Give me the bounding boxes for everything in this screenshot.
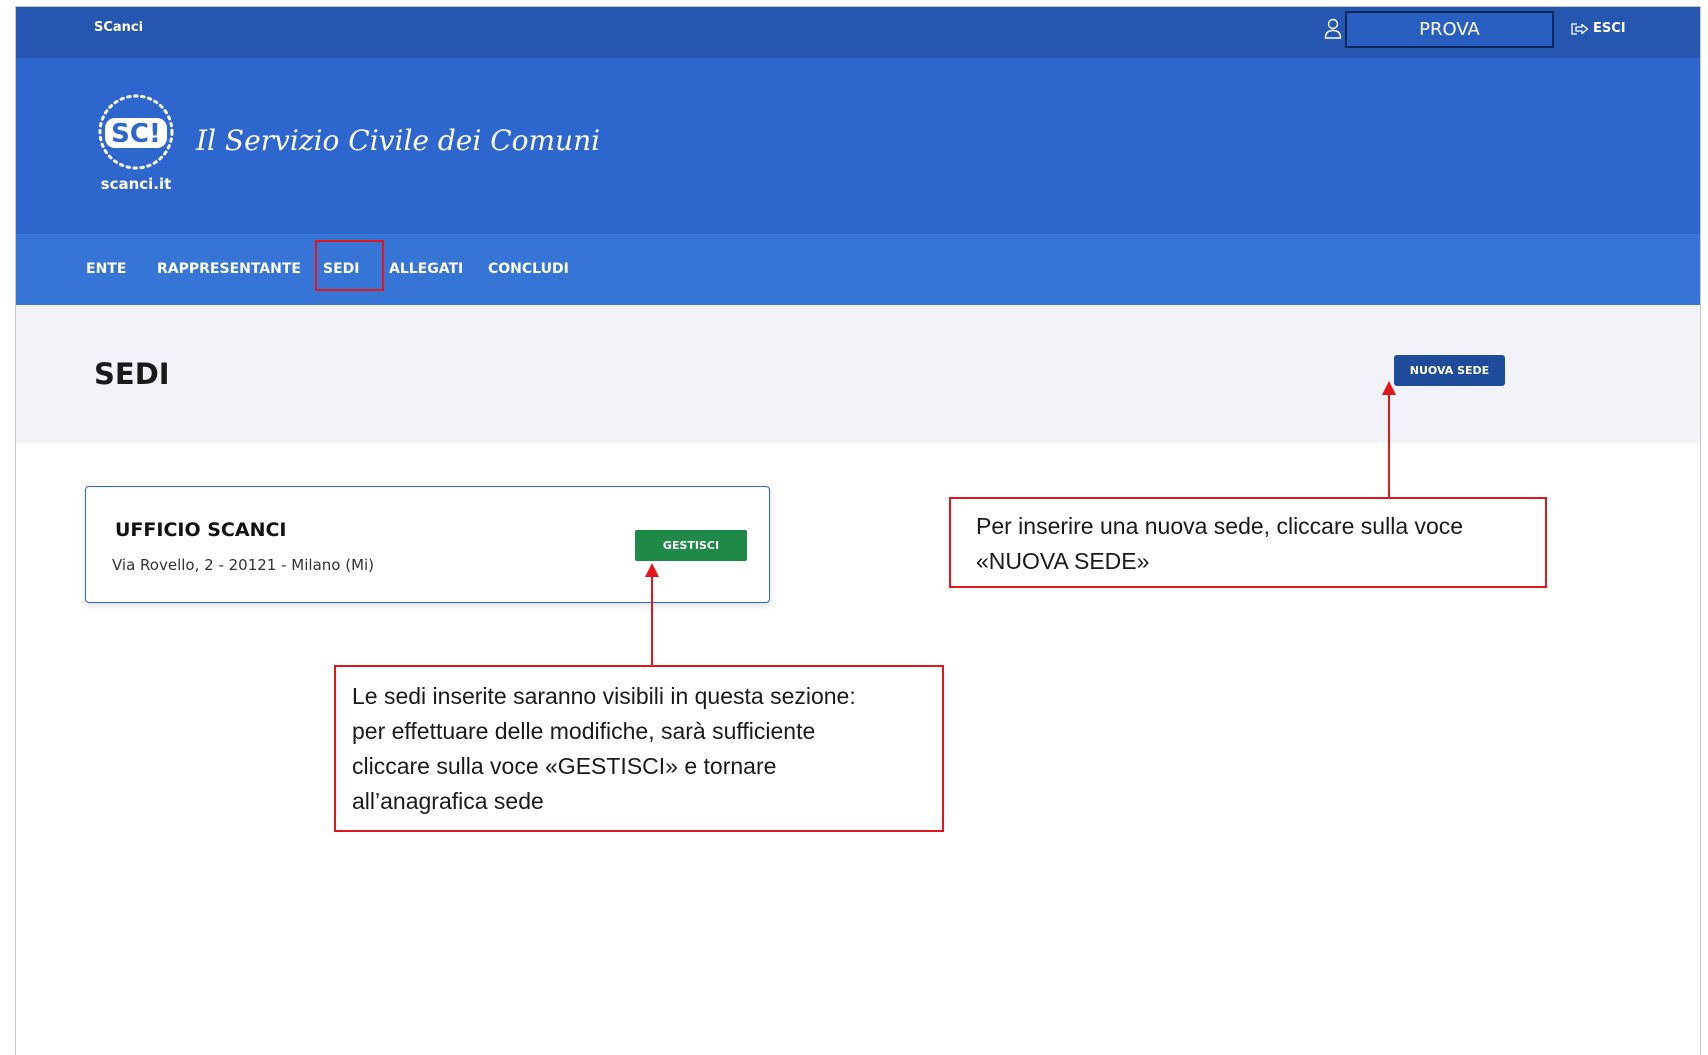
logout-link[interactable]: ESCI [1571,21,1626,36]
annotation-line: Per inserire una nuova sede, cliccare su… [976,513,1464,539]
annotation-line: all’anagrafica sede [352,788,544,814]
main-nav: ENTE RAPPRESENTANTE SEDI ALLEGATI CONCLU… [16,234,1700,305]
page-title: SEDI [94,357,170,391]
annotation-line: Le sedi inserite saranno visibili in que… [352,683,856,709]
logout-label: ESCI [1593,21,1626,36]
site-title: Il Servizio Civile dei Comuni [196,124,601,157]
new-sede-button[interactable]: NUOVA SEDE [1394,355,1505,386]
annotation-line: per effettuare delle modifiche, sarà suf… [352,718,816,744]
logout-icon [1571,22,1589,35]
nav-item-ente[interactable]: ENTE [86,234,126,305]
scanci-logo[interactable]: SC! scanci.it [92,91,182,201]
sede-name: UFFICIO SCANCI [115,519,287,541]
nav-highlight-box [315,240,384,291]
sede-card: UFFICIO SCANCI Via Rovello, 2 - 20121 - … [85,486,770,603]
annotation-line: cliccare sulla voce «GESTISCI» e tornare [352,753,777,779]
logo-caption: scanci.it [101,175,172,193]
brand-label[interactable]: SCanci [94,20,143,35]
nav-item-allegati[interactable]: ALLEGATI [389,234,463,305]
nav-item-rappresentante[interactable]: RAPPRESENTANTE [157,234,301,305]
annotation-line: «NUOVA SEDE» [976,548,1150,574]
manage-button[interactable]: GESTISCI [635,530,747,561]
annotation-new-sede: Per inserire una nuova sede, cliccare su… [949,497,1547,588]
site-header: SC! scanci.it Il Servizio Civile dei Com… [16,58,1700,234]
logo-mark: SC! [111,119,161,149]
top-bar: SCanci PROVA ESCI [16,7,1700,58]
user-icon[interactable] [1324,18,1342,40]
page-header: SEDI NUOVA SEDE [16,305,1700,443]
nav-item-concludi[interactable]: CONCLUDI [488,234,569,305]
user-name-field[interactable]: PROVA [1345,11,1554,48]
annotation-gestisci: Le sedi inserite saranno visibili in que… [334,665,944,832]
sede-address: Via Rovello, 2 - 20121 - Milano (Mi) [112,556,375,574]
